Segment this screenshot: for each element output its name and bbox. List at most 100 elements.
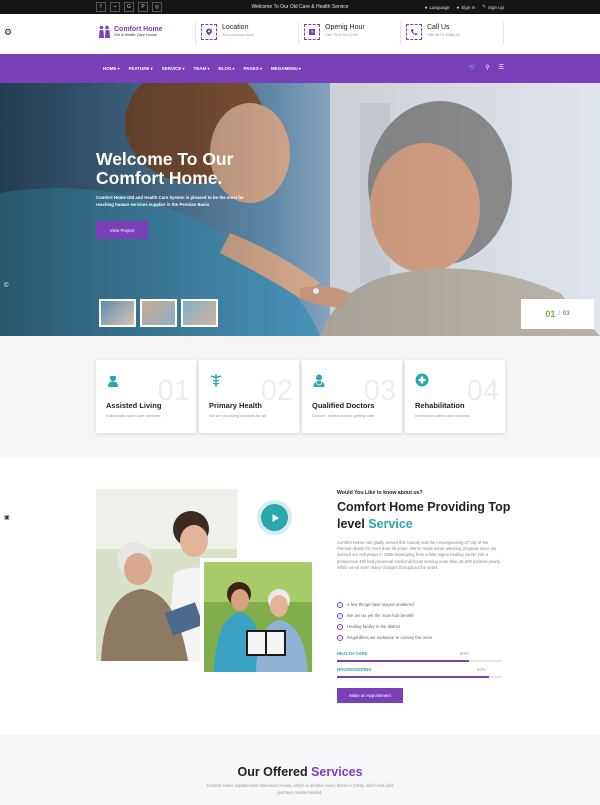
nav-item-service[interactable]: SERVICE	[162, 66, 185, 71]
call-info: Call Us +88 9875-3968-54	[406, 24, 460, 40]
make-appointment-button[interactable]: Make an Appointment	[337, 688, 403, 703]
slide-counter: 01 / 03	[521, 299, 594, 329]
list-item-text: We are as yet the main hub benefit	[347, 613, 414, 618]
feature-card[interactable]: 01 Assisted Living Individuals cabin car…	[96, 360, 196, 433]
welcome-text: Welcome To Our Old Care & Health Service	[251, 4, 349, 10]
progress-percent-health-care: 80%	[460, 651, 469, 656]
divider	[195, 22, 196, 44]
card-subtitle: Individuals cabin care services.	[415, 413, 471, 418]
card-subtitle: We are providing services for all.	[209, 413, 267, 418]
hero-image	[0, 83, 600, 336]
nav-icons: 🛒 ⚲ ☰	[469, 64, 504, 71]
check-icon: ✓	[337, 634, 343, 641]
gear-icon[interactable]: ⚙	[4, 28, 13, 37]
nav-item-pages[interactable]: PAGES	[243, 66, 262, 71]
hours-info: Openig Hour Sat-Thi 9:00-20:00	[304, 24, 365, 40]
sign-up-link[interactable]: ✎ Sign Up	[482, 4, 504, 10]
slide-total: 03	[563, 311, 570, 317]
card-number: 02	[260, 375, 293, 407]
play-video-button[interactable]	[261, 504, 288, 531]
map-pin-icon	[201, 24, 217, 40]
phone-icon	[406, 24, 422, 40]
about-title: Comfort Home Providing Top level Service	[337, 499, 537, 533]
progress-percent-housekeeping: 92%	[477, 667, 486, 672]
progress-fill	[337, 676, 489, 678]
card-title: Primary Health	[209, 401, 262, 410]
hero-description: Comfort Home Old and Health Care System …	[96, 195, 244, 207]
progress-bar-health-care	[337, 660, 502, 662]
cart-icon[interactable]: 🛒	[469, 64, 476, 71]
nav-item-feature[interactable]: FEATURE	[129, 66, 153, 71]
progress-fill	[337, 660, 469, 662]
language-link[interactable]: ● Language	[425, 4, 450, 10]
check-icon: ✓	[337, 623, 343, 630]
about-pre-title: Would You Like to know about us?	[337, 490, 423, 496]
services-section: Our Offered Services Comfort Home supple…	[0, 735, 600, 805]
nav-item-blog[interactable]: BLOG	[218, 66, 234, 71]
main-nav: HOME FEATURE SERVICE TEAM BLOG PAGES MEG…	[0, 54, 600, 83]
user-plus-icon: ✎	[482, 4, 486, 9]
progress-label-housekeeping: HOUSEKEEPING	[337, 667, 372, 672]
card-subtitle: Doctors, skilled nurses getting care.	[312, 413, 376, 418]
sign-up-label: Sign Up	[487, 4, 504, 10]
list-item: ✓ Healing facility in the district	[337, 621, 432, 632]
slide-thumbnail[interactable]	[140, 299, 177, 327]
search-icon[interactable]: ⚲	[485, 64, 489, 71]
copyright-icon: ©	[4, 283, 9, 289]
services-title-main: Our Offered	[237, 765, 312, 779]
services-subtitle: Comfort Home supplements Glenmoor House,…	[206, 783, 394, 795]
feature-card[interactable]: 02 Primary Health We are providing servi…	[199, 360, 299, 433]
view-project-button[interactable]: View Project	[96, 221, 148, 239]
card-title: Qualified Doctors	[312, 401, 375, 410]
nav-item-team[interactable]: TEAM	[193, 66, 209, 71]
family-logo-icon	[98, 25, 111, 38]
logo[interactable]: Comfort Home Old & Health Care House	[98, 25, 163, 38]
card-title: Rehabilitation	[415, 401, 465, 410]
about-title-main: Comfort Home Providing Top level	[337, 500, 511, 531]
slide-thumbnail[interactable]	[181, 299, 218, 327]
about-section: ▣ Would You Like to know about us? Comfo…	[0, 458, 600, 752]
call-title: Call Us	[427, 24, 450, 31]
card-number: 04	[466, 375, 499, 407]
card-number: 01	[157, 375, 190, 407]
logo-title: Comfort Home	[114, 25, 163, 33]
progress-bar-housekeeping	[337, 676, 502, 678]
header: ⚙ Comfort Home Old & Health Care House L…	[0, 14, 600, 54]
medical-cross-icon	[415, 373, 429, 387]
feature-card[interactable]: 04 Rehabilitation Individuals cabin care…	[405, 360, 505, 433]
clock-icon	[304, 24, 320, 40]
menu-icon[interactable]: ☰	[499, 64, 504, 71]
nav-menu: HOME FEATURE SERVICE TEAM BLOG PAGES MEG…	[103, 66, 301, 71]
nav-item-megamenu[interactable]: MEGAMENU	[271, 66, 301, 71]
location-info: Location Your location here	[201, 24, 254, 40]
list-item-text: Healing facility in the district	[347, 624, 401, 629]
feature-card[interactable]: 03 Qualified Doctors Doctors, skilled nu…	[302, 360, 402, 433]
divider	[503, 22, 504, 44]
services-title-accent: Services	[311, 765, 363, 779]
divider	[400, 22, 401, 44]
list-item: ✓ A few things have stayed unaltered	[337, 599, 432, 610]
list-item: ✓ Regardless we endeavor to convey the mo…	[337, 632, 432, 643]
hero-title: Welcome To Our Comfort Home.	[96, 149, 234, 188]
services-title: Our Offered Services	[0, 765, 600, 779]
call-subtitle: +88 9875-3968-54	[427, 32, 460, 37]
about-photo-secondary	[200, 558, 316, 676]
nav-item-home[interactable]: HOME	[103, 66, 120, 71]
language-label: Language	[429, 4, 450, 10]
slide-thumbnail[interactable]	[99, 299, 136, 327]
list-item-text: Regardless we endeavor to convey the mos…	[347, 635, 432, 640]
top-bar: f ⌁ G P ◎ Welcome To Our Old Care & Heal…	[0, 0, 600, 14]
sign-in-label: Sign In	[461, 4, 476, 10]
doctor-icon	[312, 373, 326, 387]
play-icon	[272, 513, 279, 522]
user-icon: ●	[456, 4, 460, 10]
side-widget-icon[interactable]: ▣	[4, 514, 10, 521]
globe-icon: ●	[424, 4, 428, 10]
check-icon: ✓	[337, 612, 343, 619]
list-item: ✓ We are as yet the main hub benefit	[337, 610, 432, 621]
check-list: ✓ A few things have stayed unaltered ✓ We …	[337, 599, 432, 643]
logo-subtitle: Old & Health Care House	[114, 32, 157, 37]
sign-in-link[interactable]: ● Sign In	[456, 4, 475, 10]
about-body: Comfort Home has gladly served this Coun…	[337, 540, 501, 570]
slide-current: 01	[545, 309, 556, 319]
